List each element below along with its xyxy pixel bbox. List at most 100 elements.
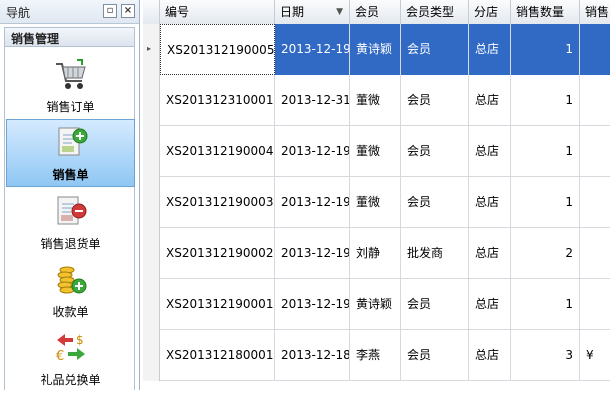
nav-item-sales-order[interactable]: 销售订单	[6, 52, 135, 120]
column-header-quantity[interactable]: 销售数量	[511, 0, 580, 24]
column-header-branch[interactable]: 分店	[469, 0, 511, 24]
cell-branch[interactable]: 总店	[469, 330, 511, 381]
cell-sales[interactable]	[580, 279, 610, 330]
cell-member-type[interactable]: 会员	[401, 24, 469, 75]
header-indicator	[143, 0, 160, 24]
table-row[interactable]: XS201312190001 2013-12-19 黄诗颖 会员 总店 1	[143, 279, 610, 330]
cell-quantity[interactable]: 2	[511, 228, 580, 279]
cell-branch[interactable]: 总店	[469, 279, 511, 330]
cell-date[interactable]: 2013-12-19	[275, 228, 350, 279]
shopping-cart-icon	[56, 59, 86, 89]
nav-item-receipt[interactable]: 收款单	[6, 257, 135, 325]
column-header-date[interactable]: 日期 ▼	[275, 0, 350, 24]
cell-member-type[interactable]: 会员	[401, 75, 469, 126]
cell-member[interactable]: 黄诗颖	[350, 279, 401, 330]
column-header-member[interactable]: 会员	[350, 0, 401, 24]
close-icon[interactable]: ×	[121, 4, 135, 18]
cell-member[interactable]: 董微	[350, 75, 401, 126]
row-indicator: ▸	[143, 24, 160, 75]
cell-quantity[interactable]: 1	[511, 126, 580, 177]
grid-header-row: 编号 日期 ▼ 会员 会员类型 分店 销售数量 销售	[143, 0, 610, 25]
cell-date[interactable]: 2013-12-19	[275, 279, 350, 330]
coins-add-icon	[57, 266, 87, 294]
table-row[interactable]: XS201312190004 2013-12-19 董微 会员 总店 1	[143, 126, 610, 177]
nav-label: 销售单	[52, 168, 89, 182]
nav-title: 导航	[6, 6, 31, 20]
cell-member-type[interactable]: 批发商	[401, 228, 469, 279]
cell-branch[interactable]: 总店	[469, 126, 511, 177]
document-add-icon	[58, 127, 88, 156]
row-indicator	[143, 330, 160, 381]
cell-id[interactable]: XS201312310001	[160, 75, 275, 126]
nav-item-list: 销售订单 销售单 销售退货单 收款单 $ € 礼品兑换单	[4, 47, 135, 390]
cell-branch[interactable]: 总店	[469, 228, 511, 279]
header-label: 销售	[585, 5, 610, 19]
cell-id[interactable]: XS201312190003	[160, 177, 275, 228]
cell-date[interactable]: 2013-12-19	[275, 177, 350, 228]
header-label: 销售数量	[516, 5, 565, 19]
section-title: 销售管理	[11, 32, 60, 46]
header-label: 日期	[280, 5, 305, 19]
nav-header: 导航 ▫ ×	[0, 0, 139, 24]
row-indicator	[143, 177, 160, 228]
nav-label: 礼品兑换单	[40, 373, 101, 387]
cell-id[interactable]: XS201312190005	[160, 24, 275, 75]
svg-text:$: $	[76, 333, 84, 347]
cell-sales[interactable]	[580, 126, 610, 177]
cell-id[interactable]: XS201312190002	[160, 228, 275, 279]
cell-member-type[interactable]: 会员	[401, 126, 469, 177]
table-row[interactable]: XS201312190003 2013-12-19 董微 会员 总店 1	[143, 177, 610, 228]
cell-date[interactable]: 2013-12-19	[275, 24, 350, 75]
document-remove-icon	[57, 196, 87, 225]
cell-member[interactable]: 董微	[350, 126, 401, 177]
table-row[interactable]: ▸ XS201312190005 2013-12-19 黄诗颖 会员 总店 1	[143, 24, 610, 75]
cell-quantity[interactable]: 1	[511, 75, 580, 126]
column-header-id[interactable]: 编号	[160, 0, 275, 24]
cell-member[interactable]: 黄诗颖	[350, 24, 401, 75]
cell-id[interactable]: XS201312190004	[160, 126, 275, 177]
row-indicator	[143, 75, 160, 126]
current-row-icon: ▸	[147, 44, 152, 53]
section-header-sales[interactable]: 销售管理	[4, 27, 135, 47]
nav-item-sales-slip[interactable]: 销售单	[6, 119, 135, 187]
cell-member-type[interactable]: 会员	[401, 279, 469, 330]
cell-member[interactable]: 李燕	[350, 330, 401, 381]
pin-icon[interactable]: ▫	[103, 4, 117, 18]
navigation-panel: 导航 ▫ × 销售管理 销售订单 销售单 销售退货单 收款单 $ € 礼品兑换单	[0, 0, 140, 390]
column-header-member-type[interactable]: 会员类型	[401, 0, 469, 24]
cell-sales[interactable]	[580, 228, 610, 279]
cell-quantity[interactable]: 1	[511, 279, 580, 330]
cell-member[interactable]: 刘静	[350, 228, 401, 279]
cell-date[interactable]: 2013-12-31	[275, 75, 350, 126]
cell-member[interactable]: 董微	[350, 177, 401, 228]
row-indicator	[143, 228, 160, 279]
header-label: 会员类型	[406, 5, 455, 19]
cell-branch[interactable]: 总店	[469, 75, 511, 126]
table-row[interactable]: XS201312180001 2013-12-18 李燕 会员 总店 3 ¥	[143, 330, 610, 381]
table-row[interactable]: XS201312310001 2013-12-31 董微 会员 总店 1	[143, 75, 610, 126]
table-row[interactable]: XS201312190002 2013-12-19 刘静 批发商 总店 2	[143, 228, 610, 279]
nav-label: 收款单	[52, 305, 89, 319]
cell-branch[interactable]: 总店	[469, 177, 511, 228]
sales-grid: 编号 日期 ▼ 会员 会员类型 分店 销售数量 销售 ▸ XS2013121900…	[143, 0, 610, 390]
cell-quantity[interactable]: 1	[511, 177, 580, 228]
row-indicator	[143, 279, 160, 330]
cell-date[interactable]: 2013-12-18	[275, 330, 350, 381]
cell-sales[interactable]: ¥	[580, 330, 610, 381]
cell-quantity[interactable]: 3	[511, 330, 580, 381]
cell-quantity[interactable]: 1	[511, 24, 580, 75]
nav-item-gift-exchange[interactable]: $ € 礼品兑换单	[6, 325, 135, 393]
header-label: 会员	[355, 5, 380, 19]
cell-member-type[interactable]: 会员	[401, 177, 469, 228]
cell-sales[interactable]	[580, 177, 610, 228]
column-header-sales[interactable]: 销售	[580, 0, 610, 24]
cell-id[interactable]: XS201312180001	[160, 330, 275, 381]
cell-sales[interactable]	[580, 24, 610, 75]
cell-sales[interactable]	[580, 75, 610, 126]
nav-item-sales-return[interactable]: 销售退货单	[6, 189, 135, 257]
cell-date[interactable]: 2013-12-19	[275, 126, 350, 177]
nav-label: 销售退货单	[40, 237, 101, 251]
cell-member-type[interactable]: 会员	[401, 330, 469, 381]
cell-branch[interactable]: 总店	[469, 24, 511, 75]
cell-id[interactable]: XS201312190001	[160, 279, 275, 330]
